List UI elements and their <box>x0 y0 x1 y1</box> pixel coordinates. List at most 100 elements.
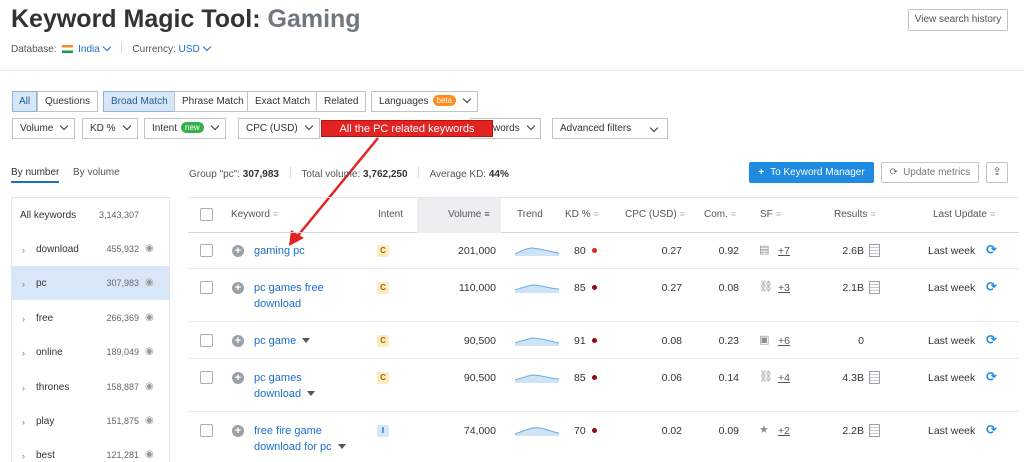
update-metrics-button[interactable]: ⟳ Update metrics <box>881 162 979 183</box>
chevron-right-icon[interactable]: › <box>22 348 25 358</box>
chevron-right-icon[interactable]: › <box>22 245 25 255</box>
refresh-icon[interactable]: ⟳ <box>986 422 997 438</box>
refresh-icon[interactable]: ⟳ <box>986 279 997 295</box>
sidebar-item-label: pc <box>36 278 47 289</box>
header-last-update-label: Last Update <box>933 209 987 220</box>
keyword-link[interactable]: pc game <box>254 333 311 349</box>
chevron-right-icon[interactable]: › <box>22 279 25 289</box>
sidebar-item-count: 3,143,307 <box>98 210 139 220</box>
results-value: 2.6B <box>842 245 864 257</box>
table-row: + pc games download C 90,500 85 0.06 0.14… <box>188 360 1019 412</box>
eye-icon[interactable]: ◉ <box>145 381 154 392</box>
caret-down-icon[interactable] <box>307 391 316 396</box>
caret-down-icon[interactable] <box>302 338 311 343</box>
to-keyword-manager-button[interactable]: + To Keyword Manager <box>749 162 874 183</box>
serp-feature-count[interactable]: +7 <box>778 245 790 257</box>
sidebar-item-label: All keywords <box>20 210 77 221</box>
caret-down-icon[interactable] <box>337 444 346 449</box>
sidebar-item-thrones[interactable]: › thrones 158,887 ◉ <box>12 370 169 404</box>
eye-icon[interactable]: ◉ <box>145 415 154 426</box>
sidebar-item-free[interactable]: › free 266,369 ◉ <box>12 301 169 335</box>
tab-by-number[interactable]: By number <box>11 167 60 183</box>
eye-icon[interactable]: ◉ <box>145 277 154 288</box>
keyword-link[interactable]: pc games download <box>254 370 316 402</box>
row-checkbox[interactable] <box>200 244 213 257</box>
add-keyword-icon[interactable]: + <box>232 282 244 294</box>
sidebar-item-download[interactable]: › download 455,932 ◉ <box>12 232 169 266</box>
header-keyword[interactable]: Keyword ≡ <box>231 209 278 220</box>
cpc-value: 0.02 <box>661 425 682 437</box>
sidebar-item-online[interactable]: › online 189,049 ◉ <box>12 335 169 369</box>
eye-icon[interactable]: ◉ <box>145 312 154 323</box>
cpc-value: 0.06 <box>661 372 682 384</box>
keyword-text: pc games free <box>254 282 324 294</box>
serp-feature-count[interactable]: +6 <box>778 335 790 347</box>
sidebar-item-all-keywords[interactable]: All keywords 3,143,307 <box>12 198 169 232</box>
header-sf[interactable]: SF ≡ <box>760 209 781 220</box>
row-checkbox[interactable] <box>200 371 213 384</box>
header-last-update[interactable]: Last Update ≡ <box>933 209 995 220</box>
row-checkbox[interactable] <box>200 281 213 294</box>
sidebar-item-play[interactable]: › play 151,875 ◉ <box>12 404 169 438</box>
chevron-right-icon[interactable]: › <box>22 383 25 393</box>
header-cpc[interactable]: CPC (USD) ≡ <box>625 209 685 220</box>
chevron-right-icon[interactable]: › <box>22 417 25 427</box>
chevron-right-icon[interactable]: › <box>22 451 25 461</box>
serp-document-icon[interactable] <box>869 281 880 294</box>
keyword-text-line2: download <box>254 298 302 310</box>
eye-icon[interactable]: ◉ <box>145 346 154 357</box>
kd-value: 85 <box>574 282 597 294</box>
add-keyword-icon[interactable]: + <box>232 372 244 384</box>
serp-feature-count[interactable]: +3 <box>778 282 790 294</box>
header-sf-label: SF <box>760 209 773 220</box>
header-com[interactable]: Com. ≡ <box>704 209 736 220</box>
keyword-link[interactable]: pc games free download <box>254 280 324 312</box>
serp-document-icon[interactable] <box>869 424 880 437</box>
cpc-value: 0.27 <box>661 245 682 257</box>
chevron-right-icon[interactable]: › <box>22 314 25 324</box>
kd-value: 85 <box>574 372 597 384</box>
header-kd[interactable]: KD % ≡ <box>565 209 599 220</box>
serp-feature-count[interactable]: +2 <box>778 425 790 437</box>
cpc-value: 0.27 <box>661 282 682 294</box>
export-button[interactable]: ⇪ <box>986 162 1008 183</box>
trend-sparkline <box>515 427 559 436</box>
intent-badge: C <box>377 245 389 257</box>
serp-feature-count[interactable]: +4 <box>778 372 790 384</box>
sidebar-item-count: 455,932 <box>106 244 139 254</box>
sidebar-item-label: thrones <box>36 382 70 393</box>
header-trend: Trend <box>517 209 543 220</box>
results-value: 2.1B <box>842 282 864 294</box>
refresh-icon[interactable]: ⟳ <box>986 332 997 348</box>
sidebar-item-best[interactable]: › best 121,281 ◉ <box>12 438 169 462</box>
header-results[interactable]: Results ≡ <box>834 209 876 220</box>
table-row: + gaming pc C 201,000 80 0.27 0.92 ▤ +7 … <box>188 233 1019 269</box>
add-keyword-icon[interactable]: + <box>232 425 244 437</box>
eye-icon[interactable]: ◉ <box>145 243 154 254</box>
serp-document-icon[interactable] <box>869 371 880 384</box>
kd-number: 80 <box>574 245 586 257</box>
header-volume[interactable]: Volume ≡ <box>448 209 490 220</box>
eye-icon[interactable]: ◉ <box>145 449 154 460</box>
add-keyword-icon[interactable]: + <box>232 335 244 347</box>
keyword-link[interactable]: free fire game download for pc <box>254 423 346 455</box>
sidebar-item-count: 158,887 <box>106 382 139 392</box>
sidebar-item-label: online <box>36 347 63 358</box>
refresh-icon[interactable]: ⟳ <box>986 242 997 258</box>
keyword-link[interactable]: gaming pc <box>254 243 305 259</box>
serp-document-icon[interactable] <box>869 244 880 257</box>
select-all-checkbox[interactable] <box>200 208 213 221</box>
row-checkbox[interactable] <box>200 424 213 437</box>
kd-indicator-dot <box>591 338 597 343</box>
com-value: 0.08 <box>718 282 739 294</box>
add-keyword-icon[interactable]: + <box>232 245 244 257</box>
tab-by-volume[interactable]: By volume <box>73 167 120 178</box>
sidebar-item-count: 266,369 <box>106 313 139 323</box>
link-icon: ⛓ <box>759 281 773 293</box>
sort-icon: ≡ <box>775 209 782 219</box>
sidebar-item-pc[interactable]: › pc 307,983 ◉ <box>12 266 169 300</box>
plus-icon: + <box>758 167 765 178</box>
row-checkbox[interactable] <box>200 334 213 347</box>
refresh-icon[interactable]: ⟳ <box>986 369 997 385</box>
sidebar-item-label: download <box>36 244 79 255</box>
